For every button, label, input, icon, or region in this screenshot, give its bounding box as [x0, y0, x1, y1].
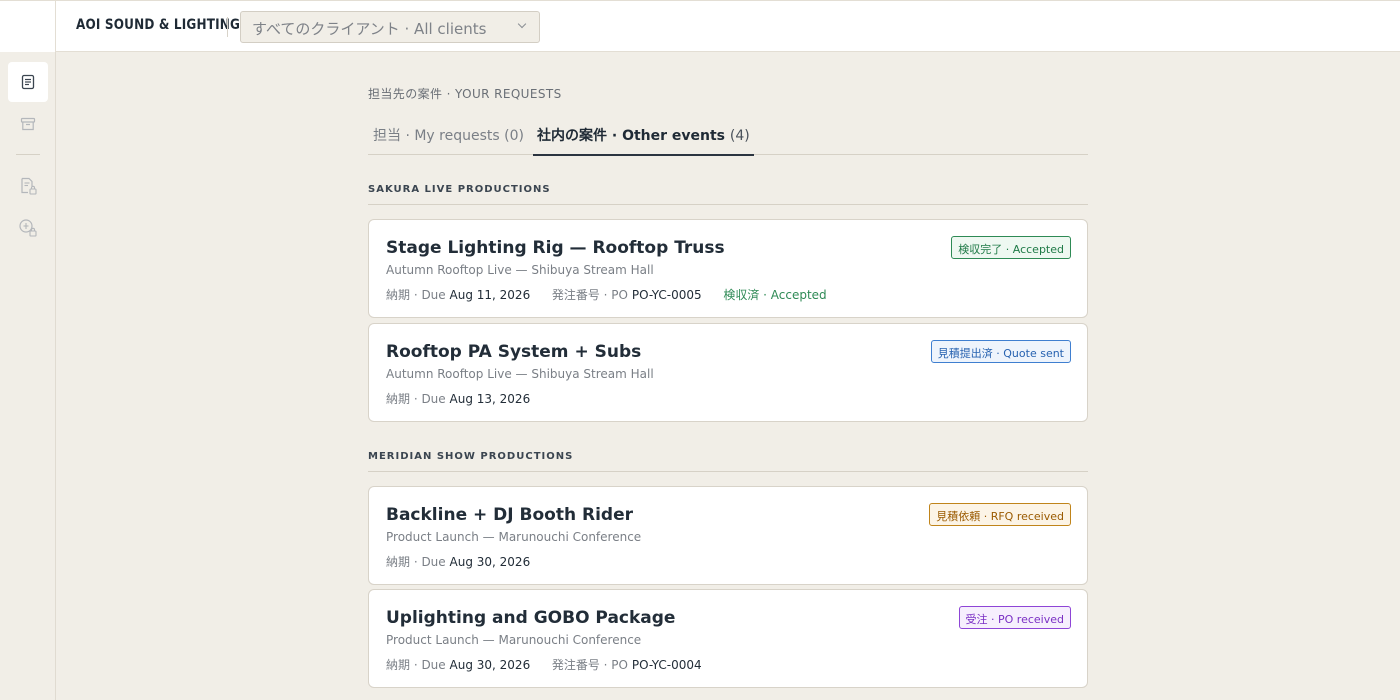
card-title: Rooftop PA System + Subs — [386, 342, 642, 362]
status-badge: 受注 · PO received — [958, 606, 1071, 629]
sidebar-item-invoices-locked[interactable] — [8, 166, 48, 206]
group-title: SAKURA LIVE PRODUCTIONS — [368, 184, 551, 195]
tab-label: 社内の案件 · Other events — [537, 128, 726, 144]
po-label: 発注番号 · PO — [551, 658, 628, 672]
tab-other-events[interactable]: 社内の案件 · Other events (4) — [533, 125, 754, 156]
top-bar: AOI SOUND & LIGHTING すべてのクライアント · All cl… — [0, 0, 1400, 52]
request-card[interactable]: Uplighting and GOBO Package Product Laun… — [368, 589, 1088, 688]
client-select[interactable]: すべてのクライアント · All clients — [240, 11, 540, 43]
due-date: Aug 30, 2026 — [449, 555, 531, 569]
group-divider — [368, 204, 1088, 205]
status-badge: 見積依頼 · RFQ received — [929, 503, 1071, 526]
tab-count: (0) — [504, 128, 524, 144]
acceptance-status: 検収済 · Accepted — [723, 288, 827, 302]
request-card[interactable]: Backline + DJ Booth Rider Product Launch… — [368, 486, 1088, 585]
card-meta: 納期 · Due Aug 13, 2026 — [386, 390, 530, 407]
card-subtitle: Product Launch — Marunouchi Conference — [386, 633, 642, 647]
tab-count: (4) — [729, 128, 750, 144]
po-number: PO-YC-0005 — [631, 288, 702, 302]
tab-bar: 担当 · My requests (0) 社内の案件 · Other event… — [368, 122, 1088, 156]
document-icon — [21, 74, 35, 90]
sidebar-item-requests[interactable] — [8, 62, 48, 102]
card-meta: 納期 · Due Aug 30, 2026 発注番号 · PO PO-YC-00… — [386, 656, 702, 673]
card-subtitle: Product Launch — Marunouchi Conference — [386, 530, 642, 544]
client-select-value: すべてのクライアント · All clients — [252, 20, 487, 38]
chevron-down-icon — [517, 19, 527, 29]
due-date: Aug 13, 2026 — [449, 392, 531, 406]
po-label: 発注番号 · PO — [551, 288, 628, 302]
card-title: Stage Lighting Rig — Rooftop Truss — [386, 238, 725, 258]
sidebar — [0, 52, 56, 700]
card-subtitle: Autumn Rooftop Live — Shibuya Stream Hal… — [386, 367, 654, 381]
brand-divider — [227, 17, 228, 37]
tab-label: 担当 · My requests — [373, 128, 500, 144]
due-date: Aug 11, 2026 — [449, 288, 531, 302]
card-meta: 納期 · Due Aug 11, 2026 発注番号 · PO PO-YC-00… — [386, 286, 827, 303]
card-subtitle: Autumn Rooftop Live — Shibuya Stream Hal… — [386, 263, 654, 277]
archive-icon — [20, 117, 36, 131]
brand-name: AOI SOUND & LIGHTING — [76, 17, 241, 33]
po-number: PO-YC-0004 — [631, 658, 702, 672]
status-badge: 検収完了 · Accepted — [951, 236, 1071, 259]
request-card[interactable]: Rooftop PA System + Subs Autumn Rooftop … — [368, 323, 1088, 422]
due-label: 納期 · Due — [386, 658, 446, 672]
file-lock-icon — [21, 177, 37, 195]
status-badge: 見積提出済 · Quote sent — [930, 340, 1071, 363]
section-kicker: 担当先の案件 · YOUR REQUESTS — [368, 87, 562, 101]
tab-my-requests[interactable]: 担当 · My requests (0) — [373, 125, 524, 155]
sidebar-item-archive[interactable] — [8, 104, 48, 144]
due-label: 納期 · Due — [386, 288, 446, 302]
sidebar-separator — [16, 154, 40, 155]
sidebar-item-payments-locked[interactable] — [8, 208, 48, 248]
group-title: MERIDIAN SHOW PRODUCTIONS — [368, 451, 574, 462]
group-divider — [368, 471, 1088, 472]
due-date: Aug 30, 2026 — [449, 658, 531, 672]
card-meta: 納期 · Due Aug 30, 2026 — [386, 553, 530, 570]
card-title: Uplighting and GOBO Package — [386, 608, 676, 628]
money-lock-icon — [19, 219, 37, 237]
due-label: 納期 · Due — [386, 392, 446, 406]
request-card[interactable]: Stage Lighting Rig — Rooftop Truss Autum… — [368, 219, 1088, 318]
card-title: Backline + DJ Booth Rider — [386, 505, 633, 525]
top-left-corner — [0, 1, 56, 52]
due-label: 納期 · Due — [386, 555, 446, 569]
